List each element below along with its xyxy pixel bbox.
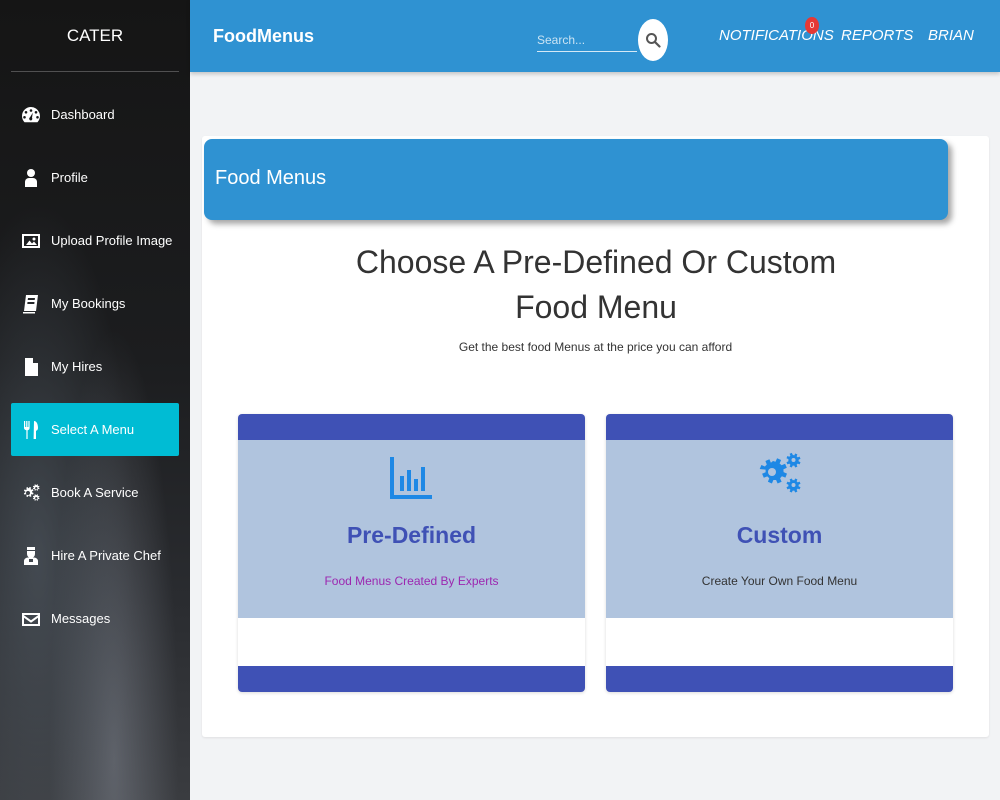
sidebar-item-label: Upload Profile Image xyxy=(51,233,173,248)
option-bottom-bar xyxy=(238,666,585,692)
search-input[interactable] xyxy=(537,28,637,52)
gears-icon xyxy=(606,452,953,502)
card-header: Food Menus xyxy=(204,139,948,220)
brand-logo[interactable]: CATER xyxy=(11,0,179,72)
bar-chart-icon xyxy=(238,452,585,502)
option-description: Create Your Own Food Menu xyxy=(701,574,858,588)
sidebar-item-dashboard[interactable]: Dashboard xyxy=(11,88,179,141)
food-menus-card: Food Menus Choose A Pre-Defined Or Custo… xyxy=(202,136,989,737)
app-title[interactable]: FoodMenus xyxy=(213,26,314,47)
sidebar-item-label: Select A Menu xyxy=(51,422,135,437)
option-body: Custom Create Your Own Food Menu xyxy=(606,440,953,618)
fork-knife-icon xyxy=(21,420,41,440)
card-title: Food Menus xyxy=(215,167,327,189)
sidebar-item-my-bookings[interactable]: My Bookings xyxy=(11,277,179,330)
predefined-menu-option[interactable]: Pre-Defined Food Menus Created By Expert… xyxy=(238,414,585,692)
chef-icon xyxy=(21,546,41,566)
notifications-badge: 0 xyxy=(805,17,819,34)
gears-icon xyxy=(21,483,41,503)
search-button[interactable] xyxy=(638,19,668,61)
option-footer xyxy=(238,618,585,666)
document-icon xyxy=(21,357,41,377)
sidebar-item-label: Profile xyxy=(51,170,88,185)
sidebar-item-hire-a-private-chef[interactable]: Hire A Private Chef xyxy=(11,529,179,582)
sidebar-item-select-a-menu[interactable]: Select A Menu xyxy=(11,403,179,456)
person-icon xyxy=(21,168,41,188)
option-title: Pre-Defined xyxy=(346,522,477,548)
sidebar-item-label: Book A Service xyxy=(51,485,139,500)
sidebar-item-book-a-service[interactable]: Book A Service xyxy=(11,466,179,519)
sidebar-item-messages[interactable]: Messages xyxy=(11,592,179,645)
search-icon xyxy=(646,33,661,48)
option-body: Pre-Defined Food Menus Created By Expert… xyxy=(238,440,585,618)
sidebar-item-label: Messages xyxy=(51,611,111,626)
page-heading: Choose A Pre-Defined Or Custom Food Menu xyxy=(355,244,837,325)
reports-link[interactable]: REPORTS xyxy=(841,27,913,44)
sidebar: CATER Dashboard Profile Upload Profile I… xyxy=(0,0,190,800)
sidebar-item-my-hires[interactable]: My Hires xyxy=(11,340,179,393)
sidebar-item-label: My Hires xyxy=(51,359,103,374)
dashboard-icon xyxy=(21,105,41,125)
option-top-bar xyxy=(238,414,585,440)
option-bottom-bar xyxy=(606,666,953,692)
user-menu[interactable]: BRIAN xyxy=(928,27,974,44)
custom-menu-option[interactable]: Custom Create Your Own Food Menu xyxy=(606,414,953,692)
sidebar-item-label: Hire A Private Chef xyxy=(51,548,161,563)
option-description: Food Menus Created By Experts xyxy=(324,574,499,588)
image-icon xyxy=(21,231,41,251)
option-footer xyxy=(606,618,953,666)
page-subheading: Get the best food Menus at the price you… xyxy=(458,340,733,354)
sidebar-item-label: My Bookings xyxy=(51,296,126,311)
top-navbar: FoodMenus NOTIFICATIONS 0 REPORTS BRIAN xyxy=(190,0,1000,72)
book-icon xyxy=(21,294,41,314)
envelope-icon xyxy=(21,609,41,629)
sidebar-nav: Dashboard Profile Upload Profile Image M… xyxy=(0,88,190,645)
option-top-bar xyxy=(606,414,953,440)
sidebar-item-label: Dashboard xyxy=(51,107,115,122)
option-title: Custom xyxy=(736,522,823,548)
sidebar-item-profile[interactable]: Profile xyxy=(11,151,179,204)
sidebar-item-upload-profile-image[interactable]: Upload Profile Image xyxy=(11,214,179,267)
